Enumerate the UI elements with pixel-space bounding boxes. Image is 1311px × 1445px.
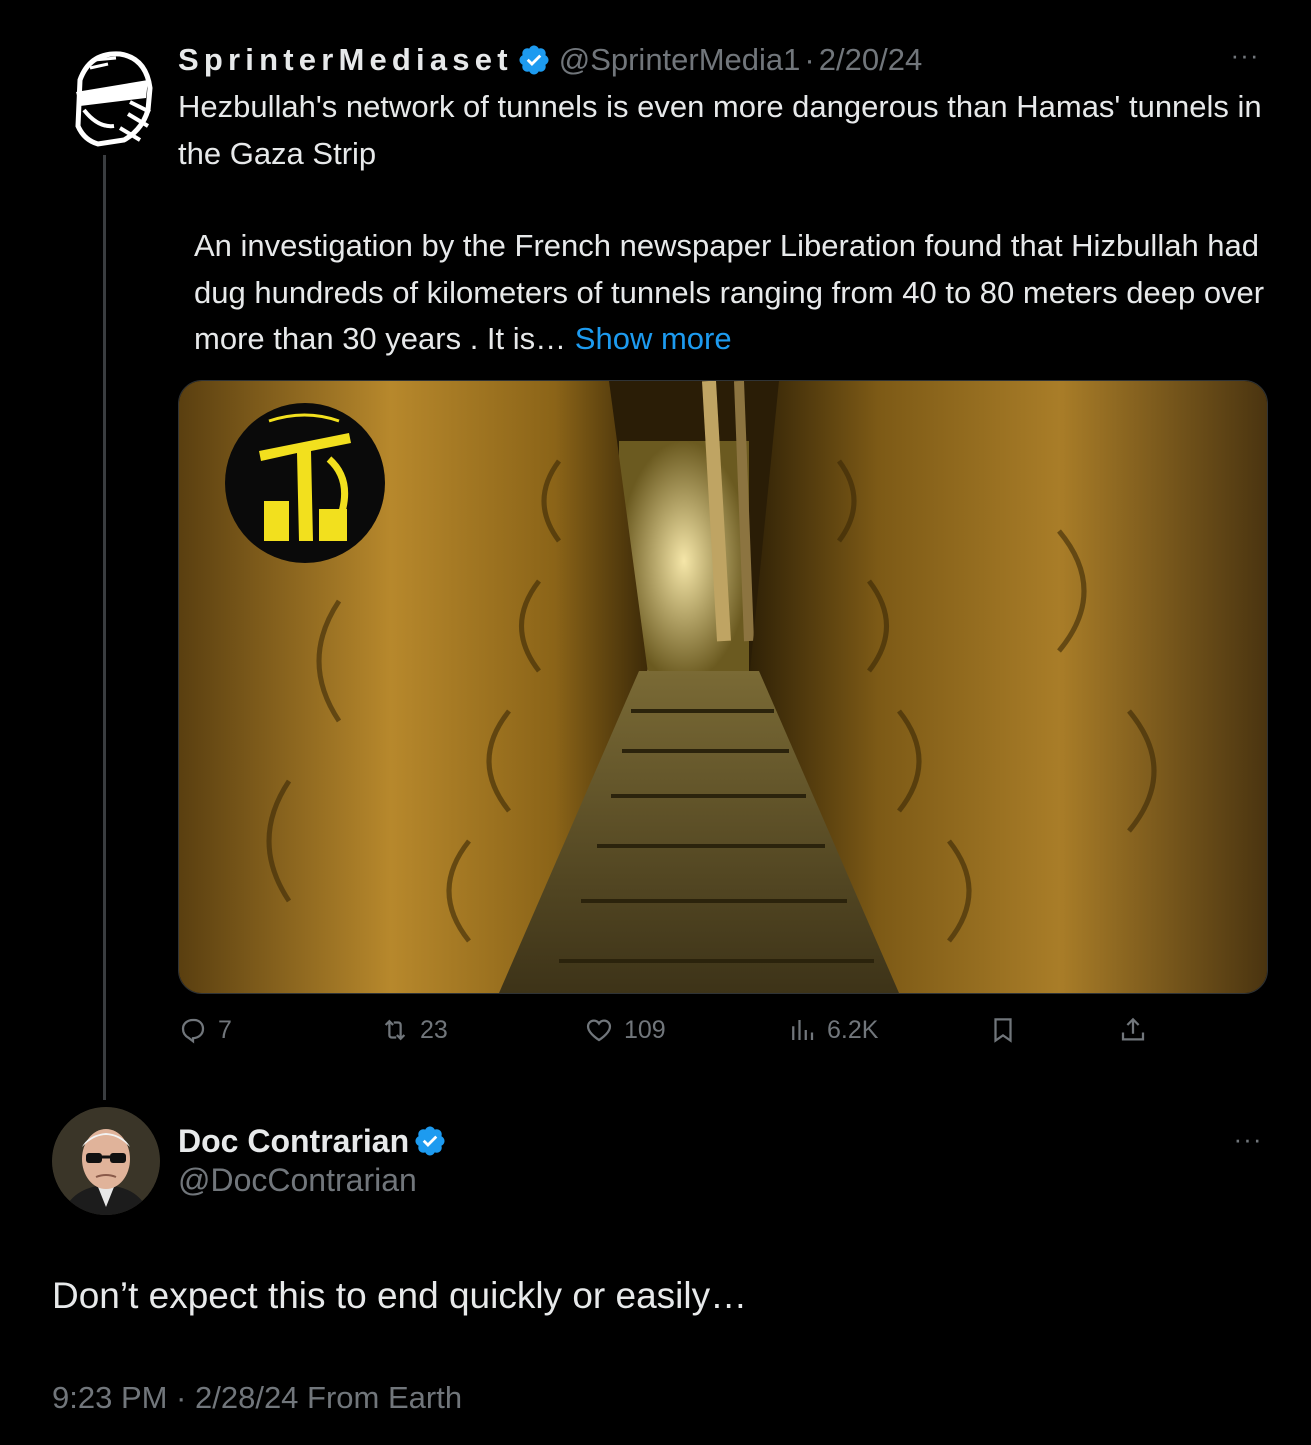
- tweet-media-image[interactable]: [178, 380, 1268, 994]
- verified-badge-icon: [415, 1126, 445, 1156]
- reply-author-avatar[interactable]: [52, 1107, 160, 1215]
- elderly-man-portrait-icon: [52, 1107, 160, 1215]
- reply-timestamp[interactable]: 9:23 PM · 2/28/24 From Earth: [52, 1380, 462, 1416]
- hezbollah-logo-icon: [225, 403, 385, 563]
- parent-author-name[interactable]: SprinterMediaset: [178, 42, 513, 78]
- parent-author-handle[interactable]: @SprinterMedia1: [559, 42, 801, 78]
- header-separator: ·: [804, 42, 815, 77]
- reply-tweet-text: Don’t expect this to end quickly or easi…: [52, 1275, 748, 1316]
- like-action[interactable]: 109: [584, 1010, 666, 1050]
- views-chart-icon: [792, 1020, 814, 1040]
- tweet-text-paragraph-1: Hezbullah's network of tunnels is even m…: [178, 89, 1262, 171]
- parent-author-avatar[interactable]: [50, 40, 162, 152]
- paragraph-spacer: [178, 177, 1273, 223]
- reply-action[interactable]: 7: [178, 1010, 232, 1050]
- masked-figure-logo-icon: [52, 42, 160, 150]
- verified-badge-icon: [519, 45, 549, 75]
- reply-author-name[interactable]: Doc Contrarian: [178, 1123, 409, 1160]
- parent-tweet-header: SprinterMediaset @SprinterMedia1 · 2/20/…: [178, 38, 922, 82]
- bookmark-icon: [994, 1018, 1012, 1043]
- repost-count: 23: [420, 1015, 448, 1044]
- repost-icon: [384, 1019, 406, 1041]
- parent-tweet-date[interactable]: 2/20/24: [819, 42, 922, 78]
- reply-author-handle[interactable]: @DocContrarian: [178, 1162, 417, 1199]
- tunnel-photo: [179, 381, 1267, 993]
- reply-icon: [181, 1018, 205, 1044]
- share-action[interactable]: [1118, 1010, 1148, 1050]
- reply-more-options-icon[interactable]: ···: [1228, 1124, 1268, 1160]
- parent-more-options-icon[interactable]: ···: [1225, 40, 1265, 76]
- tweet-text-paragraph-2: An investigation by the French newspaper…: [178, 223, 1273, 363]
- bookmark-action[interactable]: [988, 1010, 1018, 1050]
- views-action[interactable]: 6.2K: [787, 1010, 878, 1050]
- thread-connector-line: [103, 155, 106, 1100]
- views-count: 6.2K: [827, 1015, 879, 1044]
- reply-header: Doc Contrarian: [178, 1118, 447, 1164]
- share-icon: [1121, 1017, 1145, 1041]
- parent-tweet-text: Hezbullah's network of tunnels is even m…: [178, 84, 1273, 363]
- reply-count: 7: [218, 1015, 232, 1044]
- like-count: 109: [624, 1015, 666, 1044]
- show-more-link[interactable]: Show more: [575, 321, 732, 356]
- repost-action[interactable]: 23: [380, 1010, 448, 1050]
- heart-icon: [586, 1019, 612, 1042]
